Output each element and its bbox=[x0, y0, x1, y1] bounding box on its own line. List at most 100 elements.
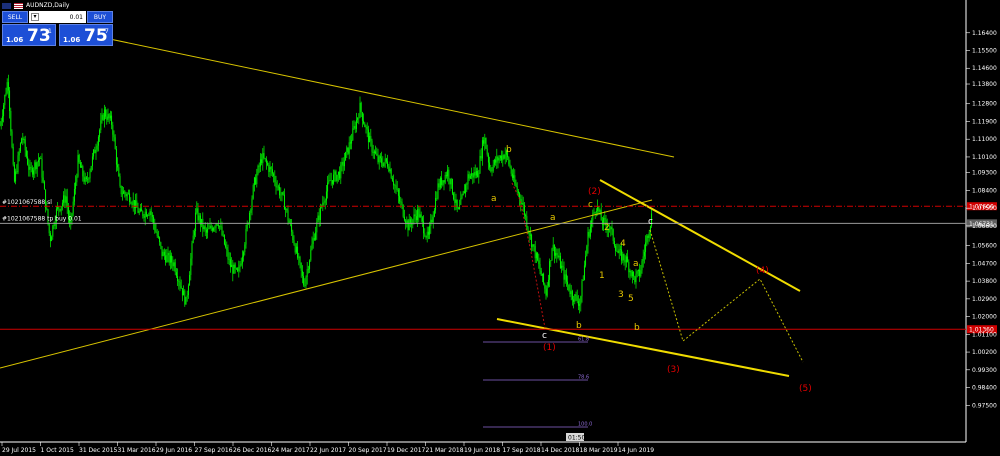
candle-body bbox=[381, 158, 383, 164]
candle-body bbox=[469, 175, 471, 179]
candle-body bbox=[577, 301, 579, 306]
candle-body bbox=[471, 173, 473, 176]
candle-body bbox=[147, 215, 149, 217]
candle-body bbox=[553, 244, 555, 256]
order-tp-label: #1021067588 tp buy 0.01 bbox=[2, 215, 82, 222]
sell-button[interactable]: SELL bbox=[2, 11, 28, 23]
candle-body bbox=[343, 160, 345, 167]
candle-body bbox=[306, 269, 308, 277]
candle-body bbox=[521, 202, 523, 204]
candle-body bbox=[240, 263, 242, 266]
candle-body bbox=[127, 193, 129, 195]
candle-body bbox=[549, 261, 551, 280]
candle-body bbox=[21, 138, 23, 144]
time-label: 01:50 bbox=[568, 435, 585, 442]
time-tick-label: 19 Jun 2018 bbox=[464, 447, 500, 454]
candle-body bbox=[16, 171, 18, 173]
candle-body bbox=[227, 249, 229, 260]
candle-body bbox=[85, 177, 87, 180]
candle-body bbox=[600, 210, 602, 221]
candle-body bbox=[439, 177, 441, 188]
candle-body bbox=[347, 147, 349, 154]
candle-body bbox=[627, 256, 629, 262]
channel-lower-line bbox=[496, 318, 790, 377]
candle-body bbox=[49, 233, 51, 242]
buy-quote-button[interactable]: 1.06 75 7 bbox=[59, 24, 113, 46]
upper-trendline bbox=[104, 37, 675, 158]
candle-body bbox=[466, 183, 468, 185]
candle-body bbox=[561, 265, 563, 269]
candle-body bbox=[556, 252, 558, 256]
candle-body bbox=[594, 212, 596, 213]
candle-body bbox=[216, 224, 218, 225]
wave-label: 3 bbox=[618, 290, 624, 300]
candle-body bbox=[288, 220, 290, 223]
candle-body bbox=[336, 174, 338, 181]
candle-body bbox=[508, 157, 510, 165]
candle-body bbox=[401, 202, 403, 206]
time-tick-label: 31 Dec 2015 bbox=[79, 447, 118, 454]
candle-body bbox=[226, 247, 228, 250]
candle-body bbox=[220, 225, 222, 227]
lot-size-input[interactable]: ▾ 0.01 bbox=[29, 11, 86, 23]
candle-body bbox=[118, 167, 120, 177]
candle-body bbox=[276, 186, 278, 188]
sell-quote-prefix: 1.06 bbox=[6, 36, 24, 44]
lot-spinner-icon[interactable]: ▾ bbox=[31, 13, 39, 21]
candle-body bbox=[46, 208, 48, 210]
candle-body bbox=[400, 201, 402, 203]
candle-body bbox=[123, 191, 125, 194]
candle-body bbox=[455, 199, 457, 203]
candle-body bbox=[150, 211, 152, 215]
candle-body bbox=[503, 155, 505, 159]
candle-body bbox=[340, 164, 342, 179]
candle-body bbox=[499, 155, 501, 159]
candle-body bbox=[543, 273, 545, 284]
candle-body bbox=[143, 216, 145, 218]
candle-body bbox=[91, 156, 93, 167]
candle-body bbox=[345, 152, 347, 161]
candle-body bbox=[419, 214, 421, 218]
candle-body bbox=[498, 158, 500, 161]
candle-body bbox=[185, 296, 187, 305]
candle-body bbox=[511, 173, 513, 178]
candle-body bbox=[142, 211, 144, 217]
candle-body bbox=[333, 174, 335, 184]
sell-quote-button[interactable]: 1.06 73 1 bbox=[2, 24, 56, 46]
candle-body bbox=[478, 173, 480, 178]
trendline-group bbox=[0, 37, 801, 377]
candle-body bbox=[48, 223, 50, 234]
candle-body bbox=[391, 178, 393, 182]
candle-body bbox=[379, 156, 381, 159]
candle-body bbox=[384, 158, 386, 163]
price-tick-label: 1.08400 bbox=[972, 187, 997, 194]
candle-body bbox=[58, 207, 60, 210]
candle-body bbox=[180, 286, 182, 289]
candle-body bbox=[111, 115, 113, 125]
candle-body bbox=[159, 237, 161, 243]
candle-body bbox=[547, 279, 549, 286]
candle-body bbox=[522, 202, 524, 205]
price-tick-label: 1.02900 bbox=[972, 296, 997, 303]
time-tick-label: 26 Dec 2016 bbox=[233, 447, 272, 454]
fib-label: 61.8 bbox=[578, 337, 589, 343]
candle-body bbox=[222, 234, 224, 236]
candle-body bbox=[429, 226, 431, 235]
candle-body bbox=[637, 269, 639, 272]
candle-body bbox=[443, 180, 445, 183]
candle-body bbox=[348, 142, 350, 154]
chart-title: AUDNZD,Daily bbox=[26, 2, 70, 9]
price-chart[interactable]: 1.076001.067311.01360#1021067588 sl#1021… bbox=[0, 0, 1000, 456]
candle-body bbox=[449, 178, 451, 185]
candle-body bbox=[27, 156, 29, 165]
price-tick-label: 1.03800 bbox=[972, 278, 997, 285]
buy-button[interactable]: BUY bbox=[87, 11, 113, 23]
candle-body bbox=[481, 140, 483, 159]
candle-body bbox=[568, 284, 570, 291]
candle-body bbox=[102, 114, 104, 120]
candle-body bbox=[465, 184, 467, 194]
time-tick-label: 1 Oct 2015 bbox=[41, 447, 74, 454]
wave-label: 2 bbox=[604, 223, 610, 233]
candle-body bbox=[479, 155, 481, 174]
australia-flag-icon bbox=[2, 2, 11, 9]
